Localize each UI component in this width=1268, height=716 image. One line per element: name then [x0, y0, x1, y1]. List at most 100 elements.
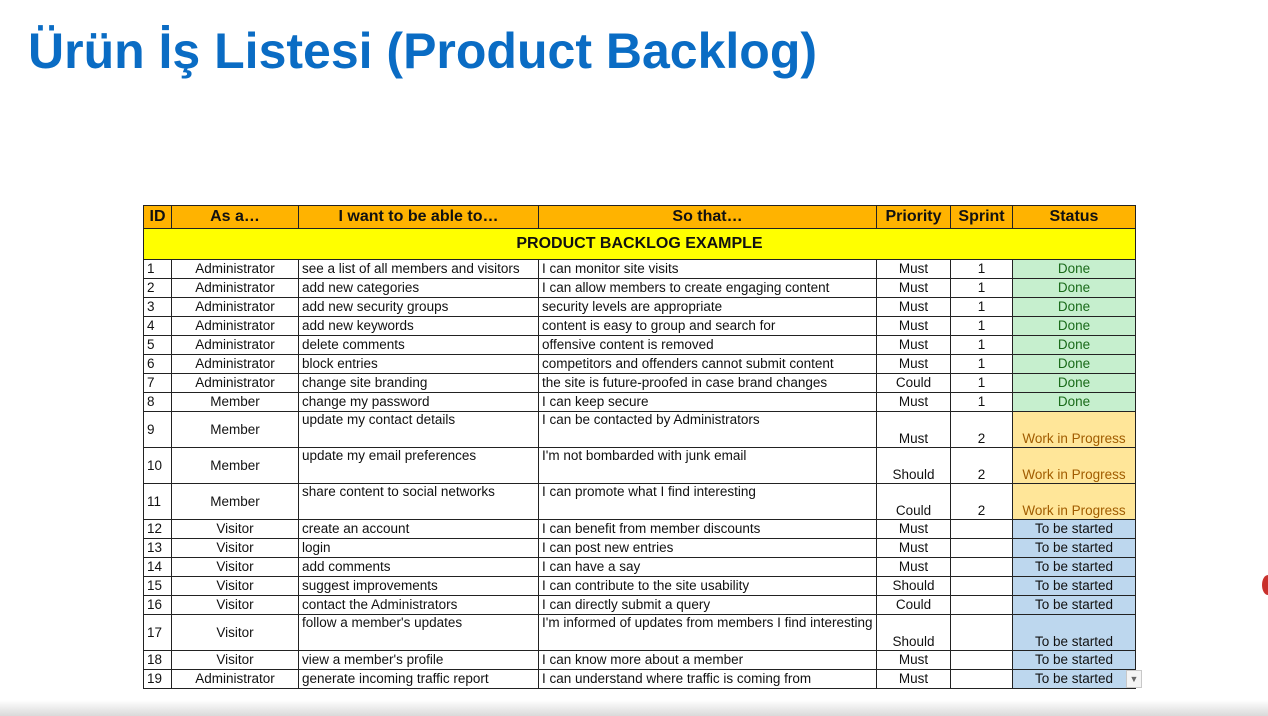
- column-header-id[interactable]: ID: [143, 205, 172, 229]
- cell-want[interactable]: add new keywords: [298, 316, 539, 336]
- cell-role[interactable]: Visitor: [171, 538, 299, 558]
- cell-status[interactable]: Work in Progress: [1012, 483, 1136, 520]
- column-header-role[interactable]: As a…: [171, 205, 299, 229]
- cell-priority[interactable]: Should: [876, 576, 951, 596]
- cell-id[interactable]: 13: [143, 538, 172, 558]
- cell-sprint[interactable]: 1: [950, 278, 1013, 298]
- cell-status[interactable]: Work in Progress: [1012, 447, 1136, 484]
- cell-priority[interactable]: Must: [876, 259, 951, 279]
- chevron-down-icon[interactable]: ▼: [1126, 670, 1142, 688]
- cell-priority[interactable]: Could: [876, 373, 951, 393]
- cell-role[interactable]: Visitor: [171, 519, 299, 539]
- cell-role[interactable]: Member: [171, 447, 299, 484]
- cell-id[interactable]: 10: [143, 447, 172, 484]
- cell-want[interactable]: update my email preferences: [298, 447, 539, 484]
- cell-status[interactable]: Done: [1012, 259, 1136, 279]
- cell-want[interactable]: delete comments: [298, 335, 539, 355]
- cell-so-that[interactable]: I can promote what I find interesting: [538, 483, 877, 520]
- cell-sprint[interactable]: [950, 557, 1013, 577]
- cell-want[interactable]: login: [298, 538, 539, 558]
- cell-sprint[interactable]: 1: [950, 354, 1013, 374]
- cell-so-that[interactable]: offensive content is removed: [538, 335, 877, 355]
- cell-so-that[interactable]: I can understand where traffic is coming…: [538, 669, 877, 689]
- cell-priority[interactable]: Must: [876, 557, 951, 577]
- cell-want[interactable]: add new categories: [298, 278, 539, 298]
- cell-so-that[interactable]: competitors and offenders cannot submit …: [538, 354, 877, 374]
- column-header-status[interactable]: Status: [1012, 205, 1136, 229]
- cell-so-that[interactable]: I can post new entries: [538, 538, 877, 558]
- cell-sprint[interactable]: [950, 614, 1013, 651]
- cell-role[interactable]: Administrator: [171, 316, 299, 336]
- cell-so-that[interactable]: I can benefit from member discounts: [538, 519, 877, 539]
- cell-status[interactable]: Work in Progress: [1012, 411, 1136, 448]
- cell-so-that[interactable]: I can be contacted by Administrators: [538, 411, 877, 448]
- cell-role[interactable]: Administrator: [171, 669, 299, 689]
- cell-so-that[interactable]: I can keep secure: [538, 392, 877, 412]
- cell-so-that[interactable]: I can know more about a member: [538, 650, 877, 670]
- cell-so-that[interactable]: I can monitor site visits: [538, 259, 877, 279]
- cell-role[interactable]: Visitor: [171, 614, 299, 651]
- cell-want[interactable]: contact the Administrators: [298, 595, 539, 615]
- cell-role[interactable]: Visitor: [171, 576, 299, 596]
- cell-want[interactable]: update my contact details: [298, 411, 539, 448]
- cell-id[interactable]: 17: [143, 614, 172, 651]
- cell-priority[interactable]: Must: [876, 392, 951, 412]
- cell-sprint[interactable]: 2: [950, 483, 1013, 520]
- cell-want[interactable]: follow a member's updates: [298, 614, 539, 651]
- cell-sprint[interactable]: [950, 519, 1013, 539]
- cell-sprint[interactable]: 1: [950, 297, 1013, 317]
- cell-want[interactable]: suggest improvements: [298, 576, 539, 596]
- cell-want[interactable]: change my password: [298, 392, 539, 412]
- cell-status[interactable]: To be started: [1012, 650, 1136, 670]
- cell-id[interactable]: 5: [143, 335, 172, 355]
- cell-so-that[interactable]: content is easy to group and search for: [538, 316, 877, 336]
- cell-sprint[interactable]: 1: [950, 259, 1013, 279]
- cell-status[interactable]: To be started: [1012, 595, 1136, 615]
- cell-status[interactable]: Done: [1012, 354, 1136, 374]
- cell-priority[interactable]: Should: [876, 614, 951, 651]
- cell-status[interactable]: Done: [1012, 316, 1136, 336]
- cell-priority[interactable]: Must: [876, 278, 951, 298]
- cell-want[interactable]: see a list of all members and visitors: [298, 259, 539, 279]
- cell-status[interactable]: Done: [1012, 297, 1136, 317]
- cell-sprint[interactable]: [950, 595, 1013, 615]
- cell-status[interactable]: To be started: [1012, 519, 1136, 539]
- cell-id[interactable]: 9: [143, 411, 172, 448]
- cell-role[interactable]: Administrator: [171, 335, 299, 355]
- cell-role[interactable]: Visitor: [171, 650, 299, 670]
- cell-want[interactable]: view a member's profile: [298, 650, 539, 670]
- cell-status[interactable]: Done: [1012, 278, 1136, 298]
- cell-want[interactable]: create an account: [298, 519, 539, 539]
- cell-id[interactable]: 14: [143, 557, 172, 577]
- cell-role[interactable]: Administrator: [171, 354, 299, 374]
- cell-role[interactable]: Visitor: [171, 557, 299, 577]
- cell-sprint[interactable]: [950, 576, 1013, 596]
- cell-want[interactable]: change site branding: [298, 373, 539, 393]
- cell-priority[interactable]: Must: [876, 316, 951, 336]
- cell-status[interactable]: Done: [1012, 392, 1136, 412]
- cell-sprint[interactable]: [950, 669, 1013, 689]
- cell-role[interactable]: Administrator: [171, 373, 299, 393]
- cell-status[interactable]: To be started: [1012, 614, 1136, 651]
- cell-status[interactable]: Done: [1012, 373, 1136, 393]
- cell-priority[interactable]: Must: [876, 354, 951, 374]
- cell-id[interactable]: 19: [143, 669, 172, 689]
- cell-so-that[interactable]: the site is future-proofed in case brand…: [538, 373, 877, 393]
- cell-role[interactable]: Member: [171, 411, 299, 448]
- cell-status[interactable]: To be started: [1012, 669, 1136, 689]
- cell-sprint[interactable]: 1: [950, 392, 1013, 412]
- cell-status[interactable]: To be started: [1012, 538, 1136, 558]
- cell-so-that[interactable]: I can allow members to create engaging c…: [538, 278, 877, 298]
- cell-priority[interactable]: Must: [876, 335, 951, 355]
- cell-status[interactable]: To be started: [1012, 557, 1136, 577]
- column-header-so-that[interactable]: So that…: [538, 205, 877, 229]
- cell-sprint[interactable]: [950, 650, 1013, 670]
- cell-so-that[interactable]: I can directly submit a query: [538, 595, 877, 615]
- cell-priority[interactable]: Could: [876, 483, 951, 520]
- cell-want[interactable]: add new security groups: [298, 297, 539, 317]
- cell-id[interactable]: 4: [143, 316, 172, 336]
- cell-so-that[interactable]: I'm not bombarded with junk email: [538, 447, 877, 484]
- cell-id[interactable]: 6: [143, 354, 172, 374]
- cell-role[interactable]: Administrator: [171, 297, 299, 317]
- cell-status[interactable]: To be started: [1012, 576, 1136, 596]
